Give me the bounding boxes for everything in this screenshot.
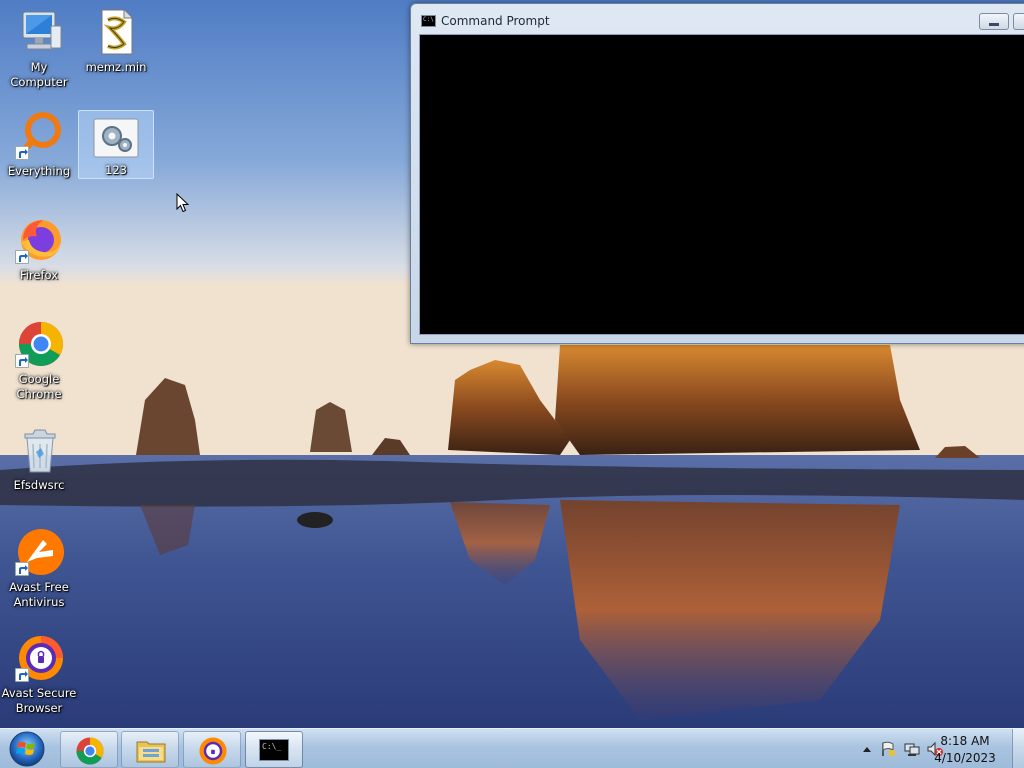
shortcut-arrow-icon (15, 146, 29, 160)
minimize-icon (989, 23, 999, 26)
desktop-icon-google-chrome[interactable]: Google Chrome (1, 314, 77, 412)
script-file-icon (90, 6, 142, 58)
avast-antivirus-icon (13, 526, 65, 578)
show-hidden-icons-chevron-up-icon[interactable] (862, 745, 872, 753)
window-title: Command Prompt (441, 14, 550, 28)
desktop-icon-my-computer[interactable]: My Computer (1, 2, 77, 100)
window-titlebar[interactable]: C:\ Command Prompt (411, 4, 1024, 34)
desktop-icon-label: Firefox (19, 268, 59, 282)
taskbar-item-avast-secure-browser[interactable] (183, 731, 241, 768)
taskbar-item-command-prompt[interactable]: C:\_ (245, 731, 303, 768)
shortcut-arrow-icon (15, 250, 29, 264)
desktop-icon-label: My Computer (10, 60, 68, 89)
system-tray: 8:18 AM 4/10/2023 (834, 729, 1024, 768)
taskbar: C:\_ 8:18 AM 4/10/2023 (0, 728, 1024, 768)
firefox-icon (13, 214, 65, 266)
clock-date[interactable]: 4/10/2023 (930, 751, 1000, 765)
avast-browser-icon (13, 632, 65, 684)
shortcut-arrow-icon (15, 562, 29, 576)
desktop-icon-recycle-bin[interactable]: Efsdwsrc (1, 420, 77, 518)
folder-icon (136, 741, 166, 763)
mouse-pointer-icon (176, 193, 190, 213)
action-center-flag-icon[interactable] (880, 741, 896, 757)
desktop-icon-123[interactable]: 123 (78, 110, 154, 179)
desktop-icon-firefox[interactable]: Firefox (1, 210, 77, 308)
desktop-icon-memz[interactable]: memz.min (78, 2, 154, 100)
avast-browser-icon (199, 737, 227, 765)
everything-search-icon (13, 110, 65, 162)
shortcut-arrow-icon (15, 668, 29, 682)
desktop-icon-label: Avast Free Antivirus (9, 580, 69, 609)
shortcut-arrow-icon (15, 354, 29, 368)
desktop-icon-label: Avast Secure Browser (1, 686, 77, 715)
chrome-icon (76, 737, 104, 765)
desktop-icon-avast-secure-browser[interactable]: Avast Secure Browser (1, 628, 77, 726)
computer-icon (13, 6, 65, 58)
desktop-icon-label: Efsdwsrc (13, 478, 65, 492)
desktop-icon-label: Google Chrome (16, 372, 62, 401)
chrome-icon (13, 318, 65, 370)
clock-time[interactable]: 8:18 AM (930, 734, 1000, 748)
settings-file-icon (90, 115, 142, 167)
desktop-icon-label: memz.min (85, 60, 147, 74)
network-icon[interactable] (904, 741, 920, 757)
start-button[interactable] (4, 730, 50, 768)
show-desktop-button[interactable] (1012, 729, 1024, 768)
console-output-area[interactable] (419, 34, 1024, 335)
taskbar-item-chrome[interactable] (60, 731, 118, 768)
cmd-icon: C:\_ (259, 739, 289, 761)
maximize-button[interactable] (1013, 13, 1024, 30)
desktop-icon-label: Everything (7, 164, 71, 178)
command-prompt-window[interactable]: C:\ Command Prompt (410, 3, 1024, 344)
taskbar-item-file-explorer[interactable] (121, 731, 179, 768)
desktop-icon-avast-antivirus[interactable]: Avast Free Antivirus (1, 522, 77, 620)
minimize-button[interactable] (979, 13, 1009, 30)
recycle-bin-icon (13, 424, 65, 476)
desktop-icon-everything[interactable]: Everything (1, 106, 77, 204)
cmd-icon: C:\ (421, 15, 436, 27)
